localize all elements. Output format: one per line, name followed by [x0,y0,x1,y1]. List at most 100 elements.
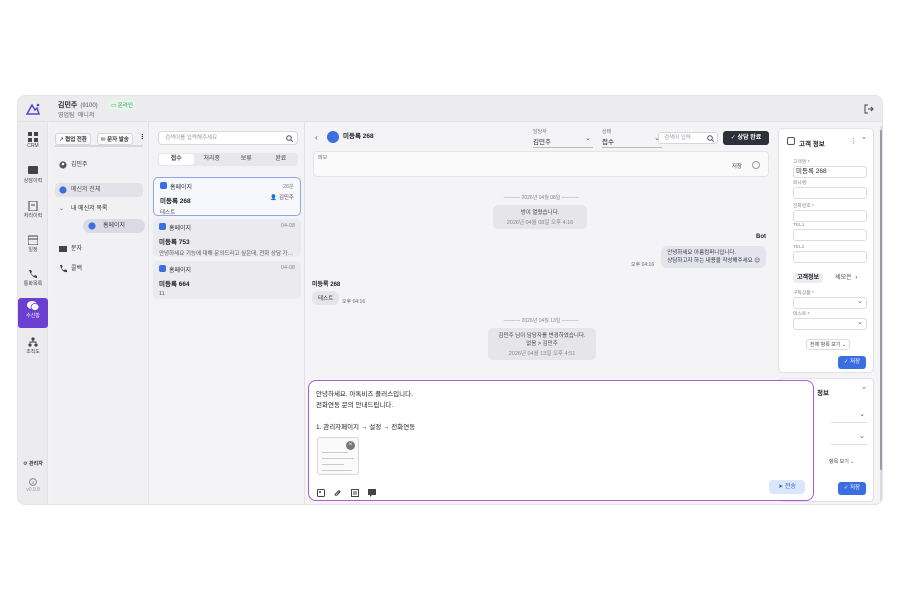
product-select[interactable] [793,297,867,309]
rail-crm[interactable]: CRM [18,132,48,149]
tab-hold[interactable]: 보류 [229,153,264,166]
rail-org[interactable]: 조직도 [18,337,48,355]
more-icon[interactable]: ⋮ [139,133,146,145]
composer-line: 1. 관리자페이지 → 설정 → 전화연동 [316,424,416,431]
quick-reply-icon[interactable] [368,484,376,497]
tel2-field[interactable]: TEL2 [793,245,867,263]
customer-save-button[interactable]: ✓ 저장 [838,356,866,369]
sidebar-item-messenger-all[interactable]: 메신저 전체 [55,183,143,197]
thumbnail-line [322,470,352,471]
state-select[interactable]: 상태 접수 [602,128,662,148]
required-mark: * [812,291,814,296]
image-icon[interactable] [317,484,325,497]
conversation-card[interactable]: 홈페이지 04-08 미등록 753 안녕하세요 기능에 대해 문의드리고 싶은… [153,219,301,257]
customer-name-field[interactable]: 고객명 * 미등록 268 [793,158,867,178]
system-text: 없음 > 김민주 [526,341,558,347]
show-all-fields-select[interactable]: 전체 항목 보기 ⌄ [806,339,850,350]
search-icon[interactable] [286,135,293,142]
attach-icon[interactable] [334,484,342,496]
rail-admin[interactable]: ⚙ 관리자 [18,460,48,467]
product-field[interactable]: 구독상품 * [793,289,867,309]
field-label: TEL2 [793,245,805,250]
memo-field[interactable]: 메모 저장 [313,151,769,177]
remove-attachment-icon[interactable]: × [346,441,355,450]
sms-send-button[interactable]: ✉ 문자 발송 [96,133,133,145]
field-label: 전화번호 [793,204,811,209]
phone-input[interactable] [793,210,867,222]
tel1-input[interactable] [793,229,867,241]
phone-field[interactable]: 전화번호 * [793,202,867,222]
panel-title: 정보 [817,390,829,397]
tab-processing[interactable]: 처리중 [195,153,230,166]
sidebar-label: 메신저 전체 [71,187,101,193]
bot-message-line: 안녕하세요 아름컴퍼니입니다. [667,250,737,256]
sidebar-item-callback[interactable]: 콜백 [55,262,143,276]
rail-calls[interactable]: 통화목록 [18,269,48,287]
more-icon[interactable]: ⋮ [850,137,857,145]
messenger-icon [27,301,39,311]
template-icon[interactable] [351,484,359,497]
sidebar-item-my-messenger[interactable]: ⌄ 내 메신저 목록 [55,202,143,216]
thumbnail-line [322,464,344,465]
phone-list-icon [29,270,37,278]
customer-name-input[interactable]: 미등록 268 [793,166,867,178]
back-icon[interactable]: ‹ [315,133,318,142]
consult-select[interactable] [831,432,867,445]
company-input[interactable] [793,187,867,199]
tel2-input[interactable] [793,251,867,263]
company-field[interactable]: 회사명 [793,179,867,199]
tab-other[interactable]: 세모은 [835,275,852,281]
rail-inbox[interactable]: 수신함 [18,298,48,328]
card-last-message: 안녕하세요 기능에 대해 문의드리고 싶은데, 전화 상담 가능할까요? [159,251,295,257]
conversation-search-input[interactable]: 검색어를 입력해주세요 [158,131,298,145]
attachment-thumbnail[interactable]: × [317,437,359,475]
system-message: 방이 열렸습니다. 2026년 04월 08일 오후 4:16 [493,205,587,229]
tab-customer-info[interactable]: 고객정보 [793,273,824,283]
system-text: 김민주 님이 담당자를 변경하였습니다. [498,333,586,339]
user-icon [59,161,67,169]
chevron-up-icon[interactable]: ⌃ [861,386,867,394]
sidebar-item-sms[interactable]: 문자 [55,242,143,256]
memo-save-button[interactable]: 저장 [732,162,742,170]
consult-select[interactable] [831,410,867,423]
status-badge[interactable]: ▭ 온라인 [108,100,136,110]
conversation-card[interactable]: 홈페이지 28분 미등록 268 👤 김민주 테스트 [153,177,301,216]
composer-toolbar [317,484,376,497]
org-chart-icon [28,337,38,347]
test-field[interactable]: 테스트 * [793,310,867,330]
send-button[interactable]: ➤ 전송 [769,480,805,494]
tab-received[interactable]: 접수 [159,154,194,165]
tel1-field[interactable]: TEL1 [793,223,867,241]
sidebar-item-homepage[interactable]: 홈페이지 [83,219,145,233]
collab-label: 협업 전환 [65,137,87,143]
sidebar-scrollbar[interactable] [55,145,143,147]
homepage-channel-icon [159,223,166,230]
collab-button[interactable]: ↗ 협업 전환 [55,133,91,145]
conversation-card[interactable]: 홈페이지 04-08 미등록 664 11 [153,261,301,299]
phone-icon [60,265,67,273]
history-icon[interactable] [752,161,760,169]
rail-process[interactable]: 처리이력 [18,201,48,219]
message-composer[interactable]: 안녕하세요. 아톡비즈 플러스입니다. 전화연동 문의 안내드립니다. 1. 관… [308,380,814,501]
logout-icon[interactable] [864,104,874,114]
rail-history[interactable]: 상담이력 [18,166,48,184]
test-select[interactable] [793,318,867,330]
chevron-right-icon[interactable]: › [855,275,857,281]
right-scrollbar[interactable] [880,126,882,501]
system-time: 2026년 04월 13일 오후 4:51 [508,351,576,357]
tab-done[interactable]: 완료 [264,153,299,166]
scrollbar-thumb[interactable] [880,130,882,470]
message-time: 오후 04:16 [631,262,655,268]
state-value[interactable]: 접수 [602,134,662,148]
complete-consult-button[interactable]: ✓ 상담 완료 [723,131,769,145]
search-icon[interactable] [707,135,714,142]
channel-label: 홈페이지 [160,182,294,191]
sidebar-item-me[interactable]: 김민주 [55,158,143,172]
show-all-fields-select[interactable]: 항목 보기 ⌄ [829,458,854,465]
chevron-up-icon[interactable]: ⌃ [861,136,867,144]
assignee-value[interactable]: 김민주 [533,134,593,148]
message-search-input[interactable]: 검색어 입력 [658,132,718,144]
assignee-select[interactable]: 담당자 김민주 [533,128,593,148]
consult-save-button[interactable]: ✓ 저장 [838,482,866,495]
rail-schedule[interactable]: 일정 [18,235,48,253]
